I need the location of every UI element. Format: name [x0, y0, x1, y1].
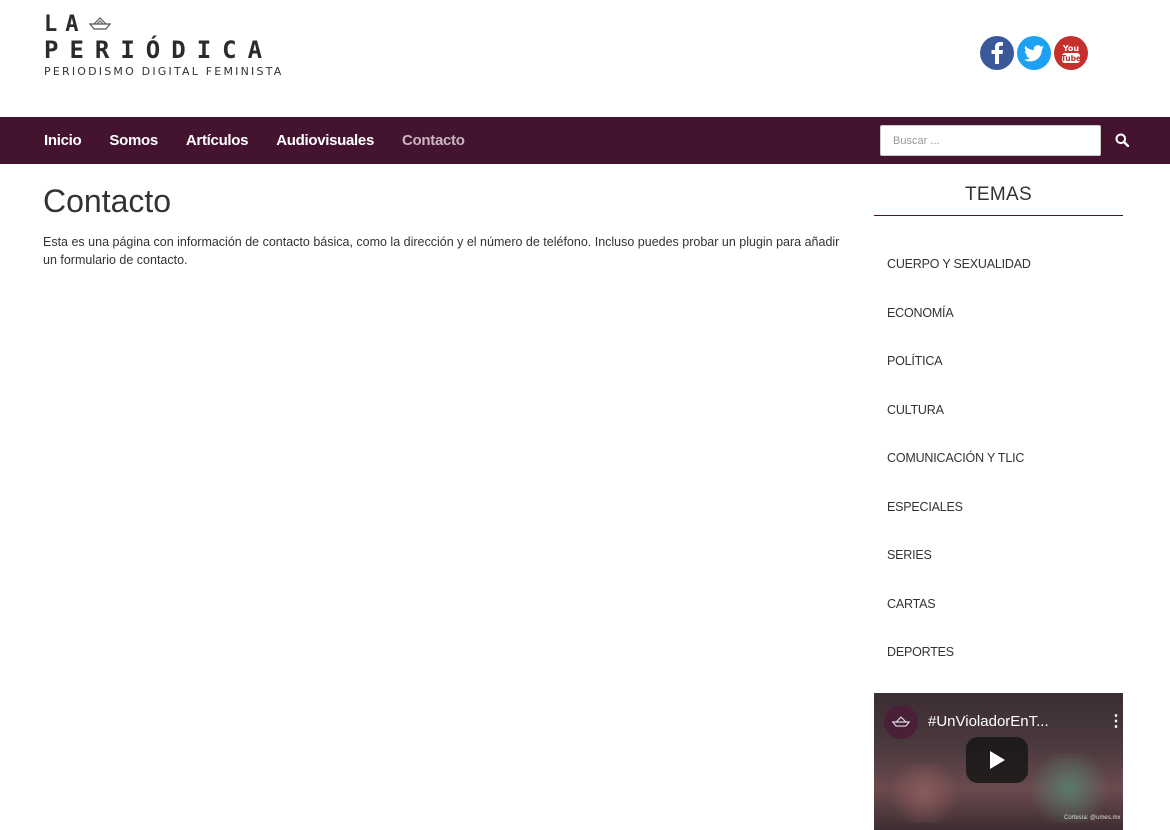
facebook-icon[interactable]	[980, 36, 1014, 70]
main-content: Contacto Esta es una página con informac…	[43, 183, 843, 269]
topic-list: CUERPO Y SEXUALIDAD ECONOMÍA POLÍTICA CU…	[874, 240, 1123, 677]
site-logo[interactable]: LA PERIÓDICA PERIODISMO DIGITAL FEMINIST…	[44, 14, 284, 79]
video-credit: Cortesía: @umes.mx	[1064, 815, 1121, 821]
youtube-icon[interactable]: You Tube	[1054, 36, 1088, 70]
search-input[interactable]	[880, 125, 1101, 156]
topic-link[interactable]: ESPECIALES	[874, 483, 1123, 532]
topic-link[interactable]: COMUNICACIÓN Y TLIC	[874, 434, 1123, 483]
paper-boat-icon	[88, 14, 111, 36]
nav-item-articulos[interactable]: Artículos	[186, 132, 249, 149]
sidebar: TEMAS CUERPO Y SEXUALIDAD ECONOMÍA POLÍT…	[874, 184, 1123, 677]
video-embed[interactable]: #UnVioladorEnT... ⋮ Cortesía: @umes.mx	[874, 693, 1123, 830]
nav-item-somos[interactable]: Somos	[109, 132, 158, 149]
nav-menu: Inicio Somos Artículos Audiovisuales Con…	[44, 117, 465, 164]
svg-text:Tube: Tube	[1061, 54, 1081, 63]
nav-item-inicio[interactable]: Inicio	[44, 132, 82, 149]
site-header: LA PERIÓDICA PERIODISMO DIGITAL FEMINIST…	[0, 0, 1170, 117]
logo-tagline: PERIODISMO DIGITAL FEMINISTA	[44, 65, 284, 78]
social-links: You Tube	[980, 36, 1088, 70]
topic-link[interactable]: POLÍTICA	[874, 337, 1123, 386]
play-icon[interactable]	[966, 737, 1028, 783]
search-icon[interactable]	[1110, 128, 1134, 152]
nav-item-audiovisuales[interactable]: Audiovisuales	[276, 132, 374, 149]
topic-link[interactable]: CUERPO Y SEXUALIDAD	[874, 240, 1123, 289]
topic-link[interactable]: CARTAS	[874, 580, 1123, 629]
sidebar-title: TEMAS	[874, 184, 1123, 216]
nav-item-contacto[interactable]: Contacto	[402, 132, 465, 149]
page-body-text: Esta es una página con información de co…	[43, 235, 840, 268]
logo-line2: PERIÓDICA	[44, 36, 274, 64]
svg-text:You: You	[1062, 44, 1080, 53]
topic-link[interactable]: DEPORTES	[874, 628, 1123, 677]
channel-avatar[interactable]	[884, 705, 918, 739]
topic-link[interactable]: CULTURA	[874, 386, 1123, 435]
twitter-icon[interactable]	[1017, 36, 1051, 70]
topic-link[interactable]: SERIES	[874, 531, 1123, 580]
logo-line1: LA	[44, 14, 283, 36]
topic-link[interactable]: ECONOMÍA	[874, 289, 1123, 338]
video-title[interactable]: #UnVioladorEnT...	[928, 713, 1049, 730]
more-vertical-icon[interactable]: ⋮	[1108, 711, 1123, 731]
page-title: Contacto	[43, 183, 172, 219]
